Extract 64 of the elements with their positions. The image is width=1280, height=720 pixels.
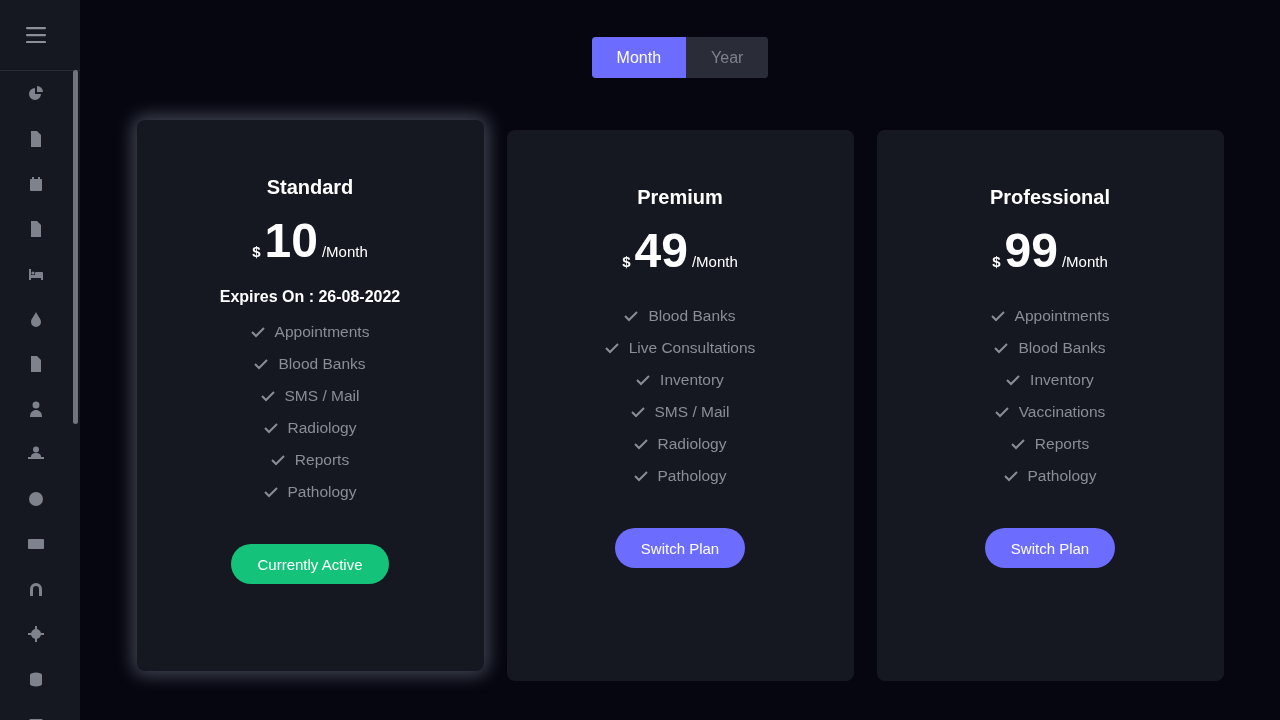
feature-text: Pathology: [1027, 466, 1097, 486]
expiry-date: Expires On : 26-08-2022: [219, 288, 401, 306]
check-icon: [994, 342, 1009, 354]
currency-symbol: $: [992, 253, 1001, 270]
check-icon: [263, 422, 278, 434]
plan-button[interactable]: Switch Plan: [984, 528, 1116, 568]
feature-text: Radiology: [287, 418, 357, 438]
price-period: /Month: [691, 253, 738, 270]
feature-text: Vaccinations: [1018, 402, 1106, 422]
currency-symbol: $: [622, 253, 631, 270]
feature-text: SMS / Mail: [654, 402, 730, 422]
billing-tab[interactable]: Month: [591, 37, 687, 78]
feature-text: Live Consultations: [628, 338, 756, 358]
currency-symbol: $: [252, 243, 261, 260]
check-icon: [270, 454, 285, 466]
feature-text: Appointments: [274, 322, 370, 342]
person-desk-icon[interactable]: [28, 446, 44, 462]
feature-text: Pathology: [287, 482, 357, 502]
check-icon: [260, 390, 275, 402]
check-icon: [1006, 374, 1021, 386]
feature-text: Radiology: [657, 434, 727, 454]
check-icon: [1003, 470, 1018, 482]
file-icon[interactable]: [28, 356, 44, 372]
plan-button[interactable]: Switch Plan: [614, 528, 746, 568]
feature-text: Blood Banks: [278, 354, 366, 374]
plan-name: Professional: [989, 186, 1110, 209]
bed-icon[interactable]: [28, 266, 44, 282]
drop-icon[interactable]: [28, 311, 44, 327]
plan-name: Premium: [637, 186, 723, 209]
pie-chart-icon[interactable]: [28, 86, 44, 102]
check-icon: [633, 438, 648, 450]
price-period: /Month: [1061, 253, 1108, 270]
menu-icon[interactable]: [26, 27, 46, 43]
plan-button[interactable]: Currently Active: [231, 544, 389, 584]
price-amount: 10: [264, 213, 318, 268]
check-icon: [1010, 438, 1025, 450]
feature-text: SMS / Mail: [284, 386, 360, 406]
plan-name: Standard: [266, 176, 354, 199]
user-icon[interactable]: [28, 401, 44, 417]
price-amount: 49: [634, 223, 688, 278]
check-icon: [633, 470, 648, 482]
feature-text: Blood Banks: [648, 306, 736, 326]
scrollbar[interactable]: [73, 70, 78, 424]
check-icon: [624, 310, 639, 322]
feature-text: Blood Banks: [1018, 338, 1106, 358]
feature-text: Reports: [294, 450, 350, 470]
check-icon: [990, 310, 1005, 322]
check-icon: [263, 486, 278, 498]
check-icon: [994, 406, 1009, 418]
feature-text: Inventory: [660, 370, 724, 390]
feature-text: Reports: [1034, 434, 1090, 454]
check-icon: [604, 342, 619, 354]
check-icon: [630, 406, 645, 418]
calendar-icon[interactable]: [28, 176, 44, 192]
price-period: /Month: [321, 243, 368, 260]
gate-icon[interactable]: [28, 581, 44, 597]
check-icon: [254, 358, 269, 370]
feature-text: Pathology: [657, 466, 727, 486]
check-icon: [250, 326, 265, 338]
feature-text: Appointments: [1014, 306, 1110, 326]
document-icon[interactable]: [28, 131, 44, 147]
check-icon: [636, 374, 651, 386]
price-amount: 99: [1004, 223, 1058, 278]
feature-text: Inventory: [1030, 370, 1094, 390]
